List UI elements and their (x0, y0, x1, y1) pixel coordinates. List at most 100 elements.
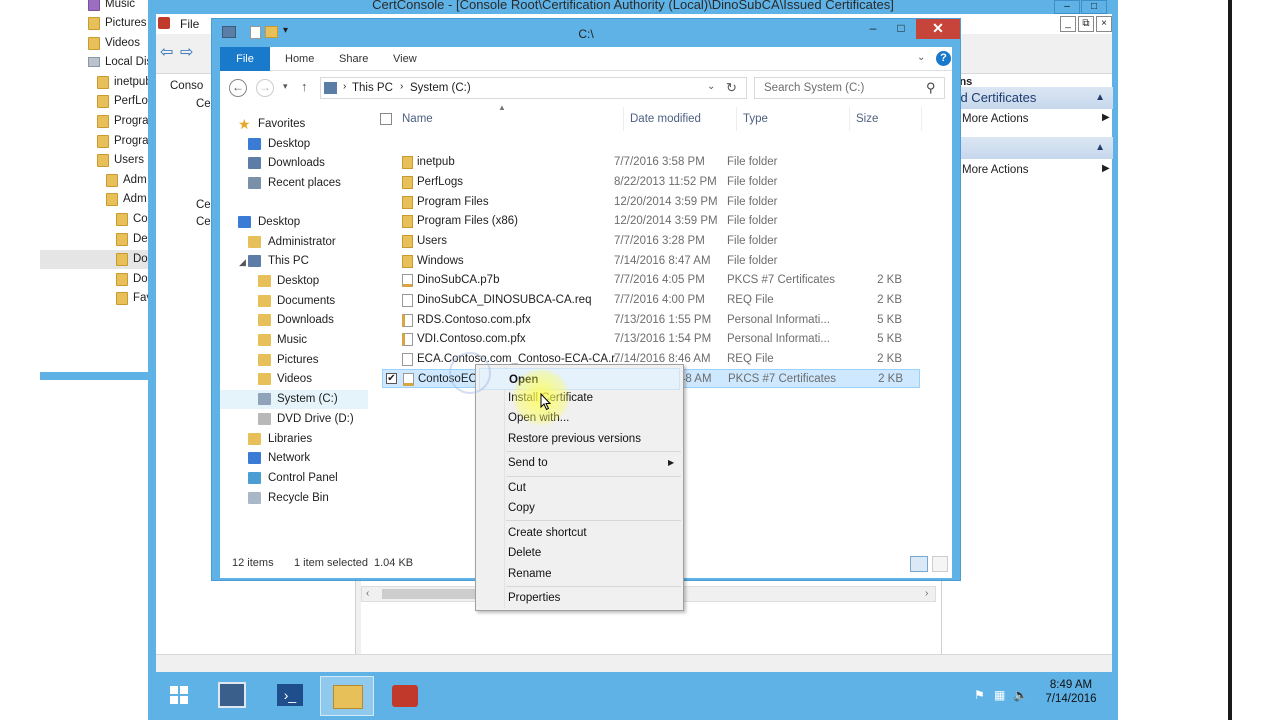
file-row-rds-pfx[interactable]: RDS.Contoso.com.pfx 7/13/2016 1:55 PM Pers… (382, 311, 920, 330)
flag-icon[interactable]: ⚑ (974, 688, 985, 702)
nav-item-dvd-drive[interactable]: DVD Drive (D:) (220, 410, 368, 429)
maximize-button[interactable]: □ (1081, 0, 1107, 14)
nav-item-downloads[interactable]: Downloads (220, 154, 368, 173)
explorer-titlebar: ▾ C:\ – □ ✕ (212, 19, 960, 47)
nav-item-pictures[interactable]: Pictures (220, 351, 368, 370)
address-box[interactable]: › This PC › System (C:) ⌄ ↻ (320, 77, 747, 99)
recent-locations-icon[interactable]: ▾ (283, 81, 288, 92)
folder-icon (402, 215, 413, 228)
clock-date: 7/14/2016 (1045, 693, 1097, 705)
network-tray-icon[interactable]: ▦ (994, 688, 1005, 702)
nav-item-favorites[interactable]: ★ Favorites (220, 115, 368, 134)
breadcrumb-system-c[interactable]: System (C:) (410, 82, 471, 94)
maximize-button[interactable]: □ (888, 19, 914, 39)
column-header-date[interactable]: Date modified (626, 107, 737, 131)
menu-item-restore-previous-versions[interactable]: Restore previous versions (508, 433, 641, 445)
tab-home[interactable]: Home (285, 47, 314, 71)
menu-item-create-shortcut[interactable]: Create shortcut (508, 527, 587, 539)
nav-item-desktop[interactable]: Desktop (220, 135, 368, 154)
nav-item-videos[interactable]: Videos (220, 370, 368, 389)
taskbar-server-manager[interactable] (206, 676, 260, 716)
nav-item-network[interactable]: Network (220, 449, 368, 468)
volume-icon[interactable]: 🔈 (1013, 688, 1028, 702)
forward-button[interactable]: → (256, 79, 274, 97)
file-row-perflogs[interactable]: PerfLogs 8/22/2013 11:52 PM File folder (382, 173, 920, 192)
actions-section-item[interactable]: ▲ (942, 137, 1113, 159)
file-row-program-files[interactable]: Program Files 12/20/2014 3:59 PM File fold… (382, 193, 920, 212)
nav-item-libraries[interactable]: Libraries (220, 430, 368, 449)
row-checkbox[interactable]: ✔ (386, 373, 397, 384)
help-icon[interactable]: ? (936, 51, 951, 66)
tab-view[interactable]: View (393, 47, 417, 71)
sort-ascending-icon: ▲ (498, 103, 506, 112)
nav-item-documents[interactable]: Documents (220, 292, 368, 311)
nav-item-desktop-root[interactable]: Desktop (220, 213, 368, 232)
clock[interactable]: 8:49 AM 7/14/2016 (1036, 679, 1106, 705)
nav-item-control-panel[interactable]: Control Panel (220, 469, 368, 488)
back-button[interactable]: ← (229, 79, 247, 97)
file-row-vdi-pfx[interactable]: VDI.Contoso.com.pfx 7/13/2016 1:54 PM Pers… (382, 330, 920, 349)
child-minimize-button[interactable]: _ (1060, 16, 1076, 32)
forward-arrow-icon[interactable]: ⇨ (180, 42, 193, 62)
scroll-left-icon[interactable]: ‹ (366, 588, 369, 599)
back-arrow-icon[interactable]: ⇦ (160, 42, 173, 62)
file-row-windows[interactable]: Windows 7/14/2016 8:47 AM File folder (382, 252, 920, 271)
close-button[interactable]: ✕ (916, 19, 960, 39)
refresh-icon[interactable]: ↻ (726, 80, 737, 96)
nav-item-recent-places[interactable]: Recent places (220, 174, 368, 193)
taskbar-file-explorer[interactable] (320, 676, 374, 716)
scroll-right-icon[interactable]: › (925, 588, 928, 599)
menu-item-rename[interactable]: Rename (508, 568, 551, 580)
up-button[interactable]: ↑ (301, 79, 308, 94)
tree-item-ca[interactable]: Ce (196, 98, 211, 110)
tab-share[interactable]: Share (339, 47, 368, 71)
minimize-button[interactable]: – (860, 19, 886, 39)
large-icons-view-icon[interactable] (932, 556, 948, 572)
menu-separator (506, 520, 681, 521)
expand-ribbon-icon[interactable]: ⌄ (917, 52, 925, 63)
tree-item-ca[interactable]: Ce (196, 199, 211, 211)
column-header-size[interactable]: Size (852, 107, 922, 131)
nav-item-system-c[interactable]: System (C:) (220, 390, 368, 409)
file-row-program-files-x86[interactable]: Program Files (x86) 12/20/2014 3:59 PM Fil… (382, 212, 920, 231)
menu-item-cut[interactable]: Cut (508, 482, 526, 494)
menu-item-delete[interactable]: Delete (508, 547, 541, 559)
menu-item-send-to[interactable]: Send to (508, 457, 548, 469)
control-panel-icon (248, 472, 261, 484)
address-dropdown-icon[interactable]: ⌄ (707, 81, 715, 92)
nav-item-pc-desktop[interactable]: Desktop (220, 272, 368, 291)
child-close-button[interactable]: × (1096, 16, 1112, 32)
start-button[interactable] (152, 676, 206, 716)
nav-item-pc-downloads[interactable]: Downloads (220, 311, 368, 330)
tab-file[interactable]: File (220, 47, 270, 71)
menu-file[interactable]: File (180, 17, 199, 31)
more-actions-link[interactable]: More Actions (962, 113, 1028, 125)
breadcrumb-this-pc[interactable]: This PC (352, 82, 393, 94)
child-restore-button[interactable]: ⧉ (1078, 16, 1094, 32)
file-icon (402, 353, 413, 366)
actions-section-issued-certificates[interactable]: ued Certificates ▲ (942, 87, 1113, 109)
file-row-users[interactable]: Users 7/7/2016 3:28 PM File folder (382, 232, 920, 251)
file-row-dinosubca-req[interactable]: DinoSubCA_DINOSUBCA-CA.req 7/7/2016 4:00 … (382, 291, 920, 310)
column-header-type[interactable]: Type (739, 107, 850, 131)
column-header-name[interactable]: Name (398, 107, 624, 131)
taskbar-powershell[interactable]: ›_ (264, 676, 318, 716)
taskbar-certconsole[interactable] (378, 676, 432, 716)
nav-item-recycle-bin[interactable]: Recycle Bin (220, 489, 368, 508)
file-row-inetpub[interactable]: inetpub 7/7/2016 3:58 PM File folder (382, 153, 920, 172)
file-row-dinosubca-p7b[interactable]: DinoSubCA.p7b 7/7/2016 4:05 PM PKCS #7 Cer… (382, 271, 920, 290)
menu-item-copy[interactable]: Copy (508, 502, 535, 514)
nav-item-this-pc[interactable]: ◢ This PC (220, 252, 368, 271)
minimize-button[interactable]: – (1054, 0, 1080, 14)
search-input[interactable]: Search System (C:) (764, 82, 864, 94)
menu-item-open[interactable]: Open (479, 368, 680, 390)
menu-item-properties[interactable]: Properties (508, 592, 560, 604)
tree-item-console-root[interactable]: Conso (170, 80, 203, 92)
nav-item-administrator[interactable]: Administrator (220, 233, 368, 252)
search-box[interactable]: Search System (C:) ⚲ (754, 77, 945, 99)
more-actions-link[interactable]: More Actions (962, 164, 1028, 176)
nav-item-music[interactable]: Music (220, 331, 368, 350)
details-view-icon[interactable] (910, 556, 928, 572)
select-all-checkbox[interactable] (380, 113, 392, 125)
tree-item-ca[interactable]: Ce (196, 216, 211, 228)
